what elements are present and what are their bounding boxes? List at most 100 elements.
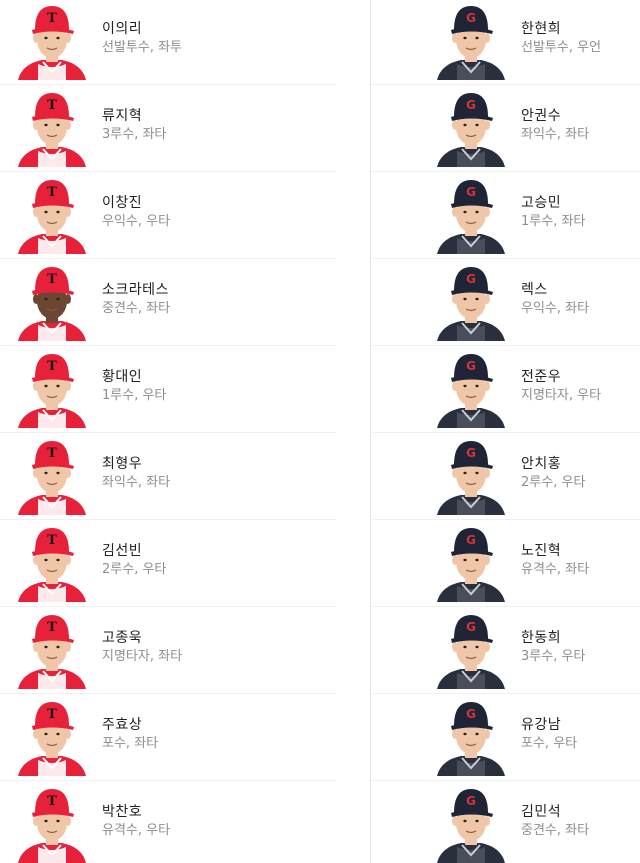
player-position: 지명타자 xyxy=(102,649,150,664)
home-player-row[interactable]: T 소크라테스 중견수, 좌타 xyxy=(0,259,336,346)
lotte-giants-g-logo-icon: G xyxy=(466,98,476,112)
player-hand: 좌타 xyxy=(158,649,183,664)
home-player-row[interactable]: T 김선빈 2루수, 우타 xyxy=(0,520,336,607)
player-photo: G xyxy=(435,261,507,341)
player-portrait-icon: T xyxy=(16,0,88,80)
player-name: 류지혁 xyxy=(102,108,143,124)
player-position: 유격수 xyxy=(102,823,138,838)
home-player-row[interactable]: T 황대인 1루수, 우타 xyxy=(0,346,336,433)
player-name: 한현희 xyxy=(521,21,562,37)
player-name: 유강남 xyxy=(521,717,562,733)
home-player-row[interactable]: T 박찬호 유격수, 우타 xyxy=(0,781,336,863)
player-position-hand: 중견수, 좌타 xyxy=(102,300,170,318)
player-hand: 좌타 xyxy=(565,562,590,577)
player-position-hand: 선발투수, 좌투 xyxy=(102,39,182,57)
player-info: 소크라테스 중견수, 좌타 xyxy=(102,281,170,318)
player-info: 고종욱지명타자, 좌타 xyxy=(102,629,182,666)
player-photo: G xyxy=(435,174,507,254)
player-hand: 좌타 xyxy=(146,475,171,490)
player-position-hand: 좌익수, 좌타 xyxy=(521,126,589,144)
player-portrait-icon: T xyxy=(16,174,88,254)
home-player-row[interactable]: T 이의리 선발투수, 좌투 xyxy=(0,0,336,85)
player-info: 전준우 지명타자, 우타 xyxy=(521,368,601,405)
lineup-board: T 이의리 선발투수, 좌투 T 류지혁 3루수, 좌타 T 이창진 우익수, 우타 T 소크라테스… xyxy=(0,0,640,863)
away-player-row[interactable]: G 한현희 선발투수, 우언 xyxy=(372,0,640,85)
player-photo: T xyxy=(16,0,88,80)
home-player-row[interactable]: T 주효상 포수, 좌타 xyxy=(0,694,336,781)
player-position: 좌익수 xyxy=(521,127,557,142)
away-player-row[interactable]: G 안권수 좌익수, 좌타 xyxy=(372,85,640,172)
player-position: 2루수 xyxy=(521,475,554,490)
meta-separator: , xyxy=(137,823,147,838)
home-player-row[interactable]: T 최형우 좌익수, 좌타 xyxy=(0,433,336,520)
player-info: 안치홍 2루수, 우타 xyxy=(521,455,585,492)
player-hand: 좌타 xyxy=(561,214,586,229)
player-hand: 좌투 xyxy=(158,40,183,55)
tigers-t-logo-icon: T xyxy=(47,794,57,809)
player-info: 주효상 포수, 좌타 xyxy=(102,716,158,753)
home-player-row[interactable]: T 류지혁 3루수, 좌타 xyxy=(0,85,336,172)
player-portrait-icon: T xyxy=(16,435,88,515)
player-position-hand: 2루수, 우타 xyxy=(521,474,585,492)
player-name: 고종욱 xyxy=(102,630,143,646)
player-position: 3루수 xyxy=(102,127,135,142)
away-player-row[interactable]: G 전준우 지명타자, 우타 xyxy=(372,346,640,433)
player-position-hand: 1루수, 우타 xyxy=(102,387,166,405)
player-photo: T xyxy=(16,348,88,428)
player-name: 주효상 xyxy=(102,717,143,733)
player-position: 2루수 xyxy=(102,562,135,577)
player-photo: G xyxy=(435,783,507,863)
player-hand: 좌타 xyxy=(134,736,159,751)
player-photo: T xyxy=(16,174,88,254)
player-hand: 좌타 xyxy=(565,127,590,142)
player-hand: 우타 xyxy=(142,562,167,577)
away-player-row[interactable]: G 한동희 3루수, 우타 xyxy=(372,607,640,694)
player-position-hand: 1루수, 좌타 xyxy=(521,213,585,231)
player-info: 한현희 선발투수, 우언 xyxy=(521,20,601,57)
player-portrait-icon: G xyxy=(435,261,507,341)
meta-separator: , xyxy=(149,649,159,664)
player-photo: T xyxy=(16,609,88,689)
player-name: 박찬호 xyxy=(102,804,143,820)
lotte-giants-g-logo-icon: G xyxy=(466,620,476,634)
player-info: 최형우 좌익수, 좌타 xyxy=(102,455,170,492)
player-portrait-icon: G xyxy=(435,783,507,863)
player-position: 1루수 xyxy=(102,388,135,403)
home-player-row[interactable]: T 고종욱지명타자, 좌타 xyxy=(0,607,336,694)
player-position: 지명타자 xyxy=(521,388,569,403)
player-photo: T xyxy=(16,696,88,776)
player-hand: 우타 xyxy=(561,649,586,664)
player-portrait-icon: T xyxy=(16,261,88,341)
tigers-t-logo-icon: T xyxy=(47,707,57,722)
away-player-row[interactable]: G 안치홍 2루수, 우타 xyxy=(372,433,640,520)
lotte-giants-g-logo-icon: G xyxy=(466,794,476,808)
away-player-row[interactable]: G 김민석 중견수, 좌타 xyxy=(372,781,640,863)
player-name: 안치홍 xyxy=(521,456,562,472)
player-hand: 좌타 xyxy=(565,301,590,316)
home-team-lineup: T 이의리 선발투수, 좌투 T 류지혁 3루수, 좌타 T 이창진 우익수, 우타 T 소크라테스… xyxy=(0,0,370,863)
tigers-t-logo-icon: T xyxy=(47,359,57,374)
player-photo: G xyxy=(435,435,507,515)
player-position-hand: 3루수, 우타 xyxy=(521,648,585,666)
player-name: 한동희 xyxy=(521,630,562,646)
tigers-t-logo-icon: T xyxy=(47,98,57,113)
home-player-row[interactable]: T 이창진 우익수, 우타 xyxy=(0,172,336,259)
player-position: 포수 xyxy=(521,736,545,751)
tigers-t-logo-icon: T xyxy=(47,446,57,461)
player-info: 김선빈 2루수, 우타 xyxy=(102,542,166,579)
away-player-row[interactable]: G 노진혁 유격수, 좌타 xyxy=(372,520,640,607)
player-photo: G xyxy=(435,0,507,80)
player-position: 포수 xyxy=(102,736,126,751)
player-info: 박찬호 유격수, 우타 xyxy=(102,803,170,840)
player-position-hand: 중견수, 좌타 xyxy=(521,822,589,840)
away-player-row[interactable]: G 유강남 포수, 우타 xyxy=(372,694,640,781)
player-photo: T xyxy=(16,435,88,515)
player-photo: G xyxy=(435,696,507,776)
player-position-hand: 2루수, 우타 xyxy=(102,561,166,579)
player-info: 렉스 우익수, 좌타 xyxy=(521,281,589,318)
player-hand: 좌타 xyxy=(146,301,171,316)
lotte-giants-g-logo-icon: G xyxy=(466,707,476,721)
away-player-row[interactable]: G 고승민 1루수, 좌타 xyxy=(372,172,640,259)
away-player-row[interactable]: G 렉스 우익수, 좌타 xyxy=(372,259,640,346)
player-hand: 우타 xyxy=(146,214,171,229)
